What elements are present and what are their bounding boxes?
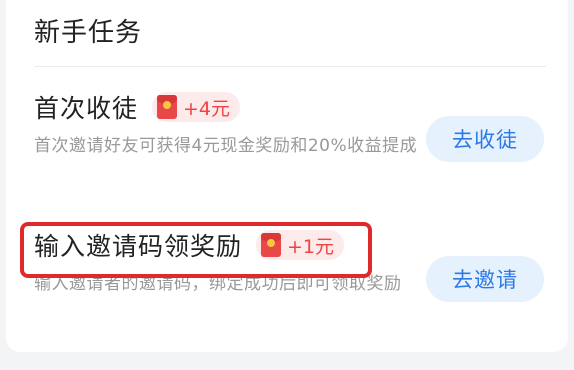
task-item-invite-code: 输入邀请码领奖励 +1元 输入邀请者的邀请码，绑定成功后即可领取奖励 去邀请 [34,228,550,338]
task-item-first-apprentice: 首次收徒 +4元 首次邀请好友可获得4元现金奖励和20%收益提成 去收徒 [34,90,550,200]
task-title: 输入邀请码领奖励 [34,232,243,261]
reward-amount: +4元 [183,97,231,120]
divider [34,66,546,67]
reward-amount: +1元 [287,235,335,258]
go-invite-button[interactable]: 去邀请 [426,256,544,302]
section-title: 新手任务 [34,18,143,48]
red-envelope-icon [261,233,282,257]
task-description: 输入邀请者的邀请码，绑定成功后即可领取奖励 [34,274,402,294]
newbie-tasks-card: 新手任务 首次收徒 +4元 首次邀请好友可获得4元现金奖励和20%收益提成 去收… [6,0,568,352]
reward-badge: +4元 [152,92,241,122]
task-title: 首次收徒 [34,94,139,123]
reward-badge: +1元 [256,230,345,260]
task-description: 首次邀请好友可获得4元现金奖励和20%收益提成 [34,136,418,156]
task-header: 首次收徒 +4元 [34,90,241,124]
red-envelope-icon [157,95,178,119]
go-apprentice-button[interactable]: 去收徒 [426,116,544,162]
task-header: 输入邀请码领奖励 +1元 [34,228,345,262]
